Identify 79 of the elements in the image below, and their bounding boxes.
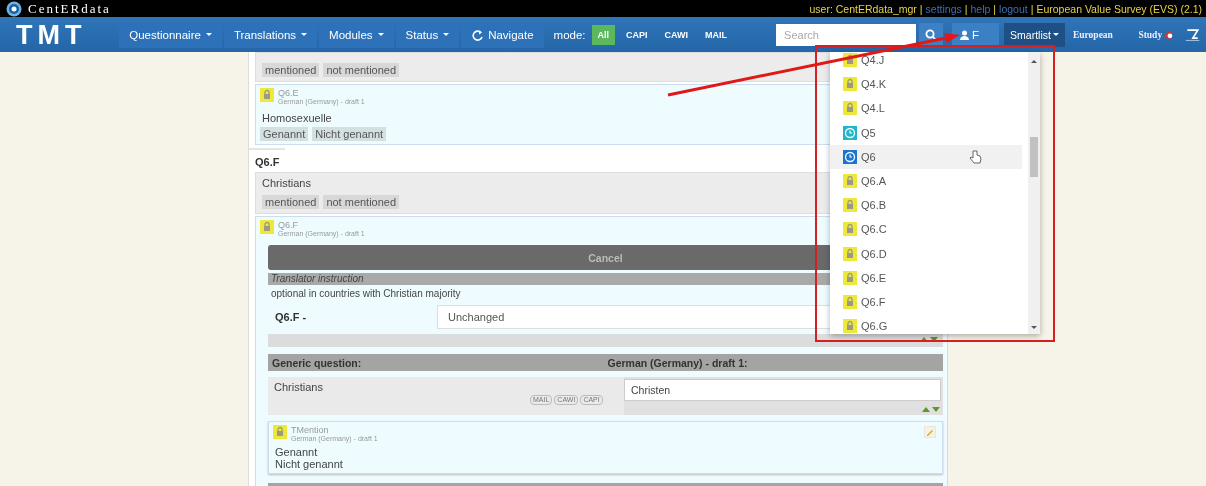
smartlist-item[interactable]: Q6.A (830, 168, 1022, 194)
mode-toggle[interactable]: CAWI (658, 24, 695, 45)
navigate-button[interactable]: Navigate (461, 21, 544, 48)
smartlist-item[interactable]: Q6.C (830, 217, 1022, 242)
column-title: German (Germany) - draft 1: (607, 356, 749, 369)
translation-field[interactable]: Christen (624, 379, 941, 401)
padlock-icon (273, 425, 287, 439)
brand-text: Study (1138, 29, 1163, 40)
user-info: European Value Survey (EVS) (2.1) (1036, 2, 1202, 15)
smartlist-item[interactable]: Q5 (830, 120, 1022, 145)
brand-text: European (1072, 29, 1113, 40)
mode-label: mode: (553, 28, 586, 41)
user-info: user: CentERdata_mgr (809, 2, 917, 15)
mode-toggle[interactable]: CAPI (620, 24, 654, 45)
answer-tag: not mentioned (323, 63, 400, 77)
top-link[interactable]: settings (925, 2, 962, 15)
top-link[interactable]: help (970, 2, 991, 15)
smartlist-item[interactable]: Q6 (830, 144, 1022, 169)
caret-icon (301, 33, 308, 36)
search-icon (925, 28, 938, 41)
question-code: TMention (291, 425, 329, 435)
smartlist-button[interactable]: Smartlist (1004, 22, 1065, 47)
item-label: Q4.L (861, 102, 885, 115)
separator: | (964, 2, 968, 15)
item-label: Q4.J (861, 54, 885, 67)
scrollbar[interactable] (1028, 52, 1040, 334)
move-arrows-icon (921, 404, 941, 414)
item-label: Q6.E (861, 271, 887, 284)
menu-button[interactable]: Translations (223, 21, 318, 48)
smartlist-item[interactable]: Q6.B (830, 193, 1022, 218)
caret-icon (1052, 33, 1059, 36)
item-label: Q6.D (861, 247, 887, 260)
question-text: Homosexuelle (261, 111, 333, 124)
search-field[interactable]: Search (776, 23, 917, 46)
column-title: Generic question: (272, 356, 363, 369)
pencil-icon (924, 426, 936, 438)
top-link[interactable]: logout (999, 2, 1028, 15)
item-label: Q6.A (861, 175, 887, 188)
status-label: Q6.F - (274, 311, 308, 323)
instruction-text: optional in countries with Christian majority (270, 288, 462, 299)
logo-icon (6, 0, 22, 17)
menu-button[interactable]: Questionnaire (119, 21, 222, 48)
answer-tag: mentioned (262, 195, 320, 209)
question-code: Q6.E (278, 88, 299, 98)
smartlist-item[interactable]: Q4.L (830, 96, 1022, 121)
caret-icon (205, 33, 212, 36)
question-text: Christians (274, 381, 323, 393)
menu-button[interactable]: Modules (319, 21, 394, 48)
item-label: Q6.F (861, 295, 886, 308)
answer-tag: not mentioned (323, 195, 400, 209)
brand-name: CentERdata (28, 0, 111, 17)
tmt-logo: TMT (16, 19, 88, 50)
separator: | (993, 2, 997, 15)
question-text: Christians (262, 177, 311, 189)
separator: | (919, 2, 923, 15)
menu-button[interactable]: Status (395, 21, 460, 48)
user-icon (960, 29, 970, 40)
item-label: Q6.C (861, 223, 887, 236)
answer-lines: Genannt Nicht genannt (274, 445, 344, 470)
user-menu-button[interactable]: F (952, 22, 1000, 47)
answer-tag: Genannt (260, 127, 309, 141)
smartlist-item[interactable]: Q4.J (830, 52, 1022, 73)
scroll-thumb[interactable] (1030, 137, 1038, 177)
item-label: Q6 (861, 150, 876, 163)
item-label: Q4.K (861, 78, 887, 91)
caret-icon (377, 33, 384, 36)
answer-tag: Nicht genannt (312, 127, 387, 141)
padlock-icon (260, 88, 274, 102)
item-label: Q5 (861, 126, 876, 139)
mode-toggle[interactable]: MAIL (699, 24, 734, 45)
caret-icon (443, 33, 450, 36)
separator: | (1030, 2, 1034, 15)
question-code: Q6.F (278, 220, 298, 230)
hand-cursor-icon (968, 149, 982, 164)
padlock-icon (260, 220, 274, 234)
item-label: Q6.B (861, 199, 887, 212)
refresh-icon (471, 28, 484, 41)
answer-tag: mentioned (262, 63, 320, 77)
smartlist-item[interactable]: Q4.K (830, 72, 1022, 97)
